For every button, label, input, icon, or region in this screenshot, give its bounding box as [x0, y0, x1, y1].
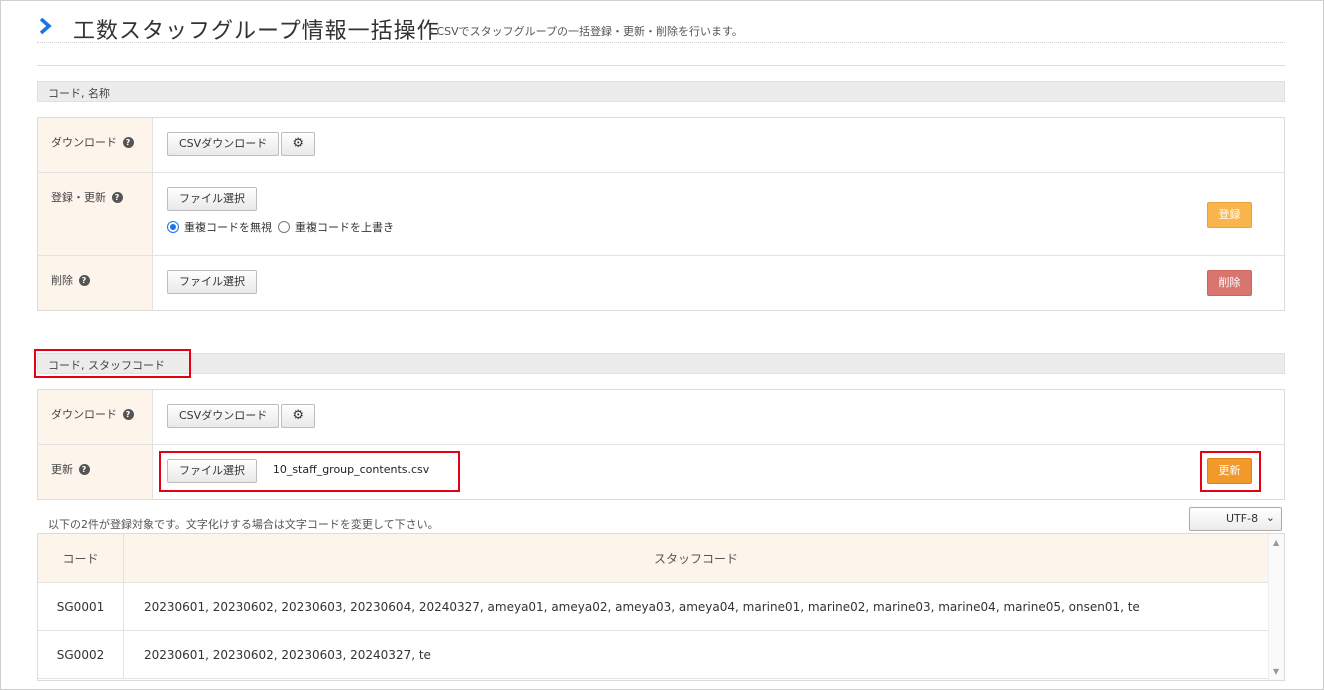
csv-download-button[interactable]: CSVダウンロード	[167, 132, 280, 156]
encoding-select[interactable]: UTF-8 ⌄	[1189, 507, 1282, 531]
help-icon[interactable]: ?	[78, 464, 90, 475]
register-button[interactable]: 登録	[1207, 202, 1252, 228]
help-icon[interactable]: ?	[111, 192, 123, 203]
download-label: ダウンロード ?	[38, 118, 153, 172]
preview-table: コード スタッフコード SG0001 20230601, 20230602, 2…	[37, 533, 1285, 681]
cell-staff: 20230601, 20230602, 20230603, 20240327, …	[144, 647, 431, 662]
highlight-box	[159, 451, 460, 492]
section-heading-code-name: コード, 名称	[37, 81, 1285, 102]
delete-cell: ファイル選択 削除	[153, 256, 1284, 310]
download-cell: CSVダウンロード ⚙	[153, 390, 1284, 444]
page-subtitle: - CSVでスタッフグループの一括登録・更新・削除を行います。	[429, 25, 743, 38]
scroll-down-icon[interactable]: ▼	[1273, 667, 1279, 676]
gear-icon[interactable]: ⚙	[281, 404, 316, 428]
register-label-text: 登録・更新	[51, 191, 106, 204]
column-header-staff: スタッフコード	[653, 551, 738, 566]
chevron-down-icon: ⌄	[1265, 511, 1275, 524]
csv-download-button[interactable]: CSVダウンロード	[167, 404, 280, 428]
radio-overwrite-label[interactable]: 重複コードを上書き	[295, 219, 394, 235]
download-label-text: ダウンロード	[51, 136, 117, 149]
delete-button[interactable]: 削除	[1207, 270, 1252, 296]
column-header-code: コード	[38, 534, 124, 582]
help-icon[interactable]: ?	[78, 275, 90, 286]
section1-form: ダウンロード ? CSVダウンロード ⚙ 登録・更新 ? ファイル選択 重複コード…	[37, 117, 1285, 311]
chevron-right-icon	[39, 17, 52, 35]
radio-overwrite-duplicates[interactable]	[278, 221, 290, 233]
gear-icon[interactable]: ⚙	[281, 132, 316, 156]
scroll-up-icon[interactable]: ▲	[1273, 538, 1279, 547]
duplicate-option-group: 重複コードを無視 重複コードを上書き	[167, 219, 1284, 235]
notice-text: 以下の2件が登録対象です。文字化けする場合は文字コードを変更して下さい。	[48, 518, 439, 531]
cell-code: SG0002	[38, 631, 124, 678]
file-select-button[interactable]: ファイル選択	[167, 270, 257, 294]
register-cell: ファイル選択 重複コードを無視 重複コードを上書き 登録	[153, 173, 1284, 255]
file-select-button[interactable]: ファイル選択	[167, 187, 257, 211]
download-row: ダウンロード ? CSVダウンロード ⚙	[38, 390, 1284, 445]
highlight-box	[1200, 451, 1261, 492]
download-row: ダウンロード ? CSVダウンロード ⚙	[38, 118, 1284, 173]
section-heading-code-staff: コード, スタッフコード	[37, 353, 1285, 374]
radio-ignore-duplicates[interactable]	[167, 221, 179, 233]
radio-ignore-label[interactable]: 重複コードを無視	[184, 219, 272, 235]
highlight-box	[34, 349, 191, 378]
table-header: コード スタッフコード	[38, 534, 1284, 583]
delete-label: 削除 ?	[38, 256, 153, 310]
update-label-text: 更新	[51, 463, 73, 476]
cell-code: SG0001	[38, 583, 124, 630]
page-header: 工数スタッフグループ情報一括操作 - CSVでスタッフグループの一括登録・更新・…	[37, 11, 1285, 44]
download-label-text: ダウンロード	[51, 408, 117, 421]
divider	[37, 65, 1285, 66]
delete-label-text: 削除	[51, 274, 73, 287]
table-scrollbar[interactable]: ▲ ▼	[1268, 534, 1284, 680]
table-row: SG0001 20230601, 20230602, 20230603, 202…	[38, 583, 1284, 631]
table-row: SG0002 20230601, 20230602, 20230603, 202…	[38, 631, 1284, 679]
download-label: ダウンロード ?	[38, 390, 153, 444]
register-row: 登録・更新 ? ファイル選択 重複コードを無視 重複コードを上書き 登録	[38, 173, 1284, 256]
help-icon[interactable]: ?	[122, 137, 134, 148]
cell-staff: 20230601, 20230602, 20230603, 20230604, …	[144, 599, 1140, 614]
update-label: 更新 ?	[38, 445, 153, 499]
delete-row: 削除 ? ファイル選択 削除	[38, 256, 1284, 310]
register-label: 登録・更新 ?	[38, 173, 153, 255]
help-icon[interactable]: ?	[122, 409, 134, 420]
download-cell: CSVダウンロード ⚙	[153, 118, 1284, 172]
page-title: 工数スタッフグループ情報一括操作	[73, 19, 440, 44]
encoding-value: UTF-8	[1226, 512, 1259, 525]
